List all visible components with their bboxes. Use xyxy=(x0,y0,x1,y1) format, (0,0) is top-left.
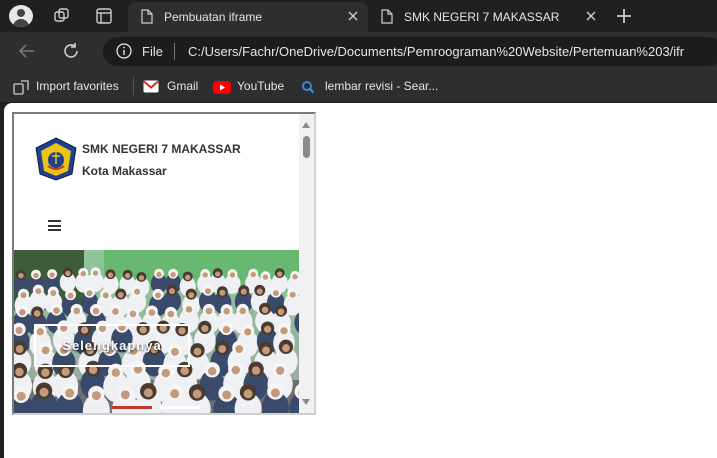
tab-actions-icon[interactable] xyxy=(94,6,114,26)
scroll-down-arrow-icon[interactable] xyxy=(302,399,310,405)
profile-avatar-icon[interactable] xyxy=(9,5,33,27)
address-bar[interactable]: File C:/Users/Fachr/OneDrive/Documents/P… xyxy=(103,37,717,66)
toolbar: File C:/Users/Fachr/OneDrive/Documents/P… xyxy=(0,32,717,70)
back-arrow-icon[interactable] xyxy=(16,40,38,62)
divider xyxy=(174,43,175,60)
gmail-icon xyxy=(143,80,159,93)
bookmark-label: YouTube xyxy=(237,79,285,93)
tab-pembuatan-iframe[interactable]: Pembuatan iframe xyxy=(128,2,368,32)
iframe[interactable]: SMK NEGERI 7 MAKASSAR Kota Makassar Sele… xyxy=(12,112,316,415)
school-city: Kota Makassar xyxy=(82,164,167,178)
search-icon xyxy=(302,81,315,94)
slide-indicator[interactable] xyxy=(160,406,200,409)
new-tab-icon[interactable] xyxy=(613,5,635,27)
url-text[interactable]: C:/Users/Fachr/OneDrive/Documents/Pemroo… xyxy=(188,44,684,59)
bookmark-youtube[interactable]: YouTube xyxy=(213,78,293,96)
menu-icon[interactable] xyxy=(48,220,61,231)
bookmark-lembar-revisi[interactable]: lembar revisi - Sear... xyxy=(301,78,441,96)
bookmark-label: Import favorites xyxy=(36,79,119,93)
refresh-icon[interactable] xyxy=(60,40,82,62)
import-favorites-icon xyxy=(13,80,29,95)
close-tab-icon[interactable] xyxy=(584,9,598,23)
page-icon xyxy=(141,9,153,24)
tab-strip: Pembuatan iframe SMK NEGERI 7 MAKASSAR xyxy=(0,0,717,32)
page-icon xyxy=(381,9,393,24)
tab-title: Pembuatan iframe xyxy=(164,10,263,24)
tab-smk-negeri-7[interactable]: SMK NEGERI 7 MAKASSAR xyxy=(368,2,606,32)
school-name: SMK NEGERI 7 MAKASSAR xyxy=(82,142,241,156)
bookmarks-bar: Import favorites Gmail YouTube lembar re… xyxy=(0,70,717,102)
slide-indicator-active[interactable] xyxy=(112,406,152,409)
scroll-thumb[interactable] xyxy=(303,136,310,158)
bookmark-label: lembar revisi - Sear... xyxy=(325,79,439,93)
bookmark-label: Gmail xyxy=(167,79,199,93)
hero-carousel: Selengkapnya xyxy=(14,250,299,413)
workspaces-icon[interactable] xyxy=(52,6,72,26)
tab-title: SMK NEGERI 7 MAKASSAR xyxy=(404,10,560,24)
iframe-scrollbar[interactable] xyxy=(299,114,314,413)
bookmark-divider xyxy=(133,77,134,95)
close-tab-icon[interactable] xyxy=(346,9,360,23)
scroll-up-arrow-icon[interactable] xyxy=(302,122,310,128)
school-logo-icon xyxy=(35,137,77,181)
bookmark-gmail[interactable]: Gmail xyxy=(143,78,203,96)
youtube-icon xyxy=(213,81,231,94)
url-scheme: File xyxy=(142,44,163,59)
site-info-icon[interactable] xyxy=(116,43,132,59)
bookmark-import-favorites[interactable]: Import favorites xyxy=(12,78,130,96)
selengkapnya-button[interactable]: Selengkapnya xyxy=(34,324,190,367)
